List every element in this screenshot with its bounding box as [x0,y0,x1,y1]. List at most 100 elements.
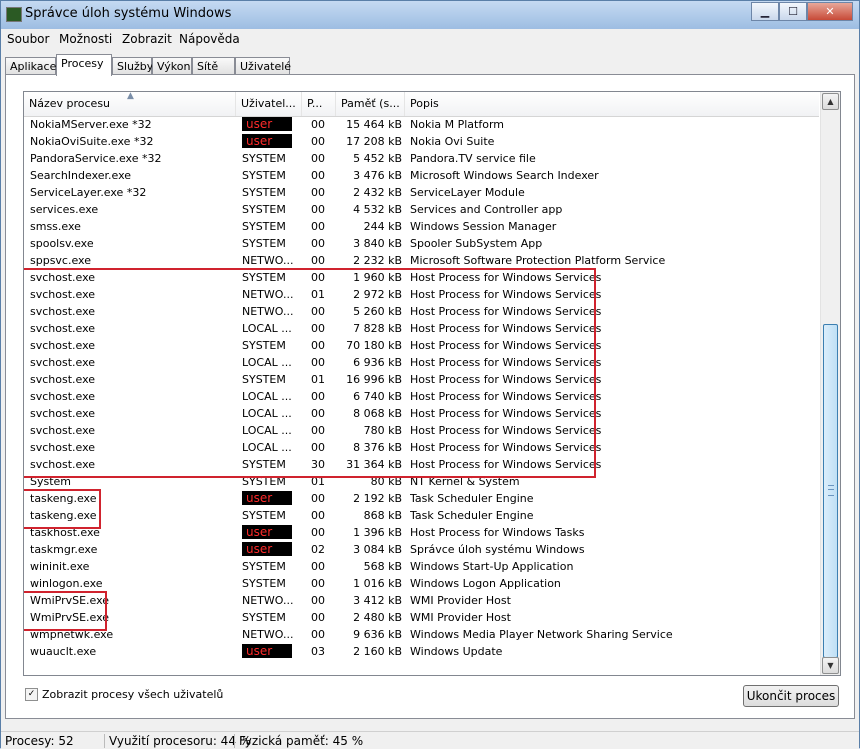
title-bar[interactable]: Správce úloh systému Windows ▁ ☐ ✕ [1,1,859,29]
process-row[interactable]: NokiaMServer.exe *32 user 00 15 464 kB Nokia… [24,116,819,133]
column-name[interactable]: Název procesu ▲ [24,92,236,116]
maximize-button[interactable]: ☐ [779,2,807,21]
process-cpu: 00 [311,220,325,233]
process-cpu: 00 [311,169,325,182]
tab-applications[interactable]: Aplikace [5,57,56,74]
process-cpu: 00 [311,152,325,165]
show-all-users-option[interactable]: ✓ Zobrazit procesy všech uživatelů [25,686,223,702]
scroll-down-button[interactable]: ▼ [822,657,839,674]
vertical-scrollbar[interactable]: ▲ ▼ [820,92,840,675]
process-description: Nokia M Platform [410,118,504,131]
process-description: Pandora.TV service file [410,152,536,165]
process-description: WMI Provider Host [410,594,511,607]
process-row[interactable]: ServiceLayer.exe *32 SYSTEM 00 2 432 kB Serv… [24,184,819,201]
process-memory: 9 636 kB [353,628,402,641]
process-row[interactable]: WmiPrvSE.exe NETWO... 00 3 412 kB WMI Provid… [24,592,819,609]
task-manager-window: Správce úloh systému Windows ▁ ☐ ✕ Soubo… [0,0,860,749]
close-button[interactable]: ✕ [807,2,853,21]
process-description: ServiceLayer Module [410,186,525,199]
scroll-up-button[interactable]: ▲ [822,93,839,110]
process-description: Microsoft Windows Search Indexer [410,169,599,182]
process-user: user [242,524,302,541]
user-redaction-label: user [242,491,292,505]
minimize-button[interactable]: ▁ [751,2,779,21]
process-row[interactable]: taskeng.exe SYSTEM 00 868 kB Task Scheduler … [24,507,819,524]
process-row[interactable]: smss.exe SYSTEM 00 244 kB Windows Session Ma… [24,218,819,235]
process-name: wuauclt.exe [30,645,97,658]
tab-networking[interactable]: Sítě [192,57,235,74]
process-cpu: 02 [311,543,325,556]
process-user: SYSTEM [242,169,286,182]
status-physical-memory: Fyzická paměť: 45 % [239,734,364,748]
process-row[interactable]: wininit.exe SYSTEM 00 568 kB Windows Start-U… [24,558,819,575]
process-memory: 2 232 kB [353,254,402,267]
process-user: SYSTEM [242,203,286,216]
column-cpu[interactable]: P... [302,92,336,116]
process-row[interactable]: spoolsv.exe SYSTEM 00 3 840 kB Spooler SubSy… [24,235,819,252]
menu-view[interactable]: Zobrazit [122,32,172,46]
process-user: user [242,541,302,558]
sort-ascending-icon: ▲ [127,92,134,101]
show-all-users-checkbox[interactable]: ✓ [25,687,38,701]
process-row[interactable]: taskeng.exe user 00 2 192 kB Task Scheduler … [24,490,819,507]
process-row[interactable]: services.exe SYSTEM 00 4 532 kB Services and… [24,201,819,218]
process-memory: 2 160 kB [353,645,402,658]
status-cpu-usage: Využití procesoru: 44 % [109,734,252,748]
tab-processes[interactable]: Procesy [56,54,112,76]
process-user: SYSTEM [242,152,286,165]
menu-options[interactable]: Možnosti [59,32,112,46]
menu-file[interactable]: Soubor [7,32,49,46]
menu-help[interactable]: Nápověda [179,32,240,46]
process-row[interactable]: SearchIndexer.exe SYSTEM 00 3 476 kB Microso… [24,167,819,184]
process-row[interactable]: wmpnetwk.exe NETWO... 00 9 636 kB Windows Me… [24,626,819,643]
scroll-thumb[interactable] [823,324,838,658]
window-controls: ▁ ☐ ✕ [751,2,853,21]
process-cpu: 00 [311,594,325,607]
process-memory: 1 016 kB [353,577,402,590]
process-cpu: 00 [311,118,325,131]
process-cpu: 00 [311,611,325,624]
process-row[interactable]: WmiPrvSE.exe SYSTEM 00 2 480 kB WMI Provider… [24,609,819,626]
process-cpu: 00 [311,135,325,148]
process-cpu: 00 [311,560,325,573]
process-row[interactable]: NokiaOviSuite.exe *32 user 00 17 208 kB Noki… [24,133,819,150]
user-redaction-label: user [242,117,292,131]
process-description: Task Scheduler Engine [410,509,534,522]
process-row[interactable]: taskmgr.exe user 02 3 084 kB Správce úloh sy… [24,541,819,558]
process-name: NokiaMServer.exe *32 [30,118,152,131]
user-redaction-label: user [242,542,292,556]
user-redaction-label: user [242,134,292,148]
process-name: spoolsv.exe [30,237,94,250]
process-row[interactable]: PandoraService.exe *32 SYSTEM 00 5 452 kB Pa… [24,150,819,167]
process-cpu: 00 [311,203,325,216]
process-user: NETWO... [242,594,294,607]
column-user[interactable]: Uživatel... [236,92,302,116]
column-memory[interactable]: Paměť (s... [336,92,405,116]
process-name: taskmgr.exe [30,543,98,556]
status-process-count: Procesy: 52 [5,734,74,748]
process-list[interactable]: Název procesu ▲ Uživatel... P... Paměť (… [23,91,841,676]
tab-performance[interactable]: Výkon [152,57,192,74]
tab-services[interactable]: Služby [112,57,153,74]
process-memory: 1 396 kB [353,526,402,539]
list-header: Název procesu ▲ Uživatel... P... Paměť (… [24,92,819,117]
process-description: Windows Media Player Network Sharing Ser… [410,628,673,641]
process-row[interactable]: wuauclt.exe user 03 2 160 kB Windows Update [24,643,819,660]
end-process-button[interactable]: Ukončit proces [743,685,839,707]
process-name: sppsvc.exe [30,254,91,267]
tab-users[interactable]: Uživatelé [235,57,291,74]
process-memory: 3 412 kB [353,594,402,607]
column-description[interactable]: Popis [405,92,819,116]
process-memory: 2 192 kB [353,492,402,505]
process-name: smss.exe [30,220,81,233]
process-description: Windows Start-Up Application [410,560,574,573]
process-row[interactable]: winlogon.exe SYSTEM 00 1 016 kB Windows Logo… [24,575,819,592]
process-row[interactable]: taskhost.exe user 00 1 396 kB Host Process f… [24,524,819,541]
process-cpu: 00 [311,509,325,522]
process-memory: 2 480 kB [353,611,402,624]
process-cpu: 00 [311,254,325,267]
process-row[interactable]: sppsvc.exe NETWO... 00 2 232 kB Microsoft So… [24,252,819,269]
process-name: winlogon.exe [30,577,103,590]
process-user: user [242,490,302,507]
process-cpu: 00 [311,237,325,250]
